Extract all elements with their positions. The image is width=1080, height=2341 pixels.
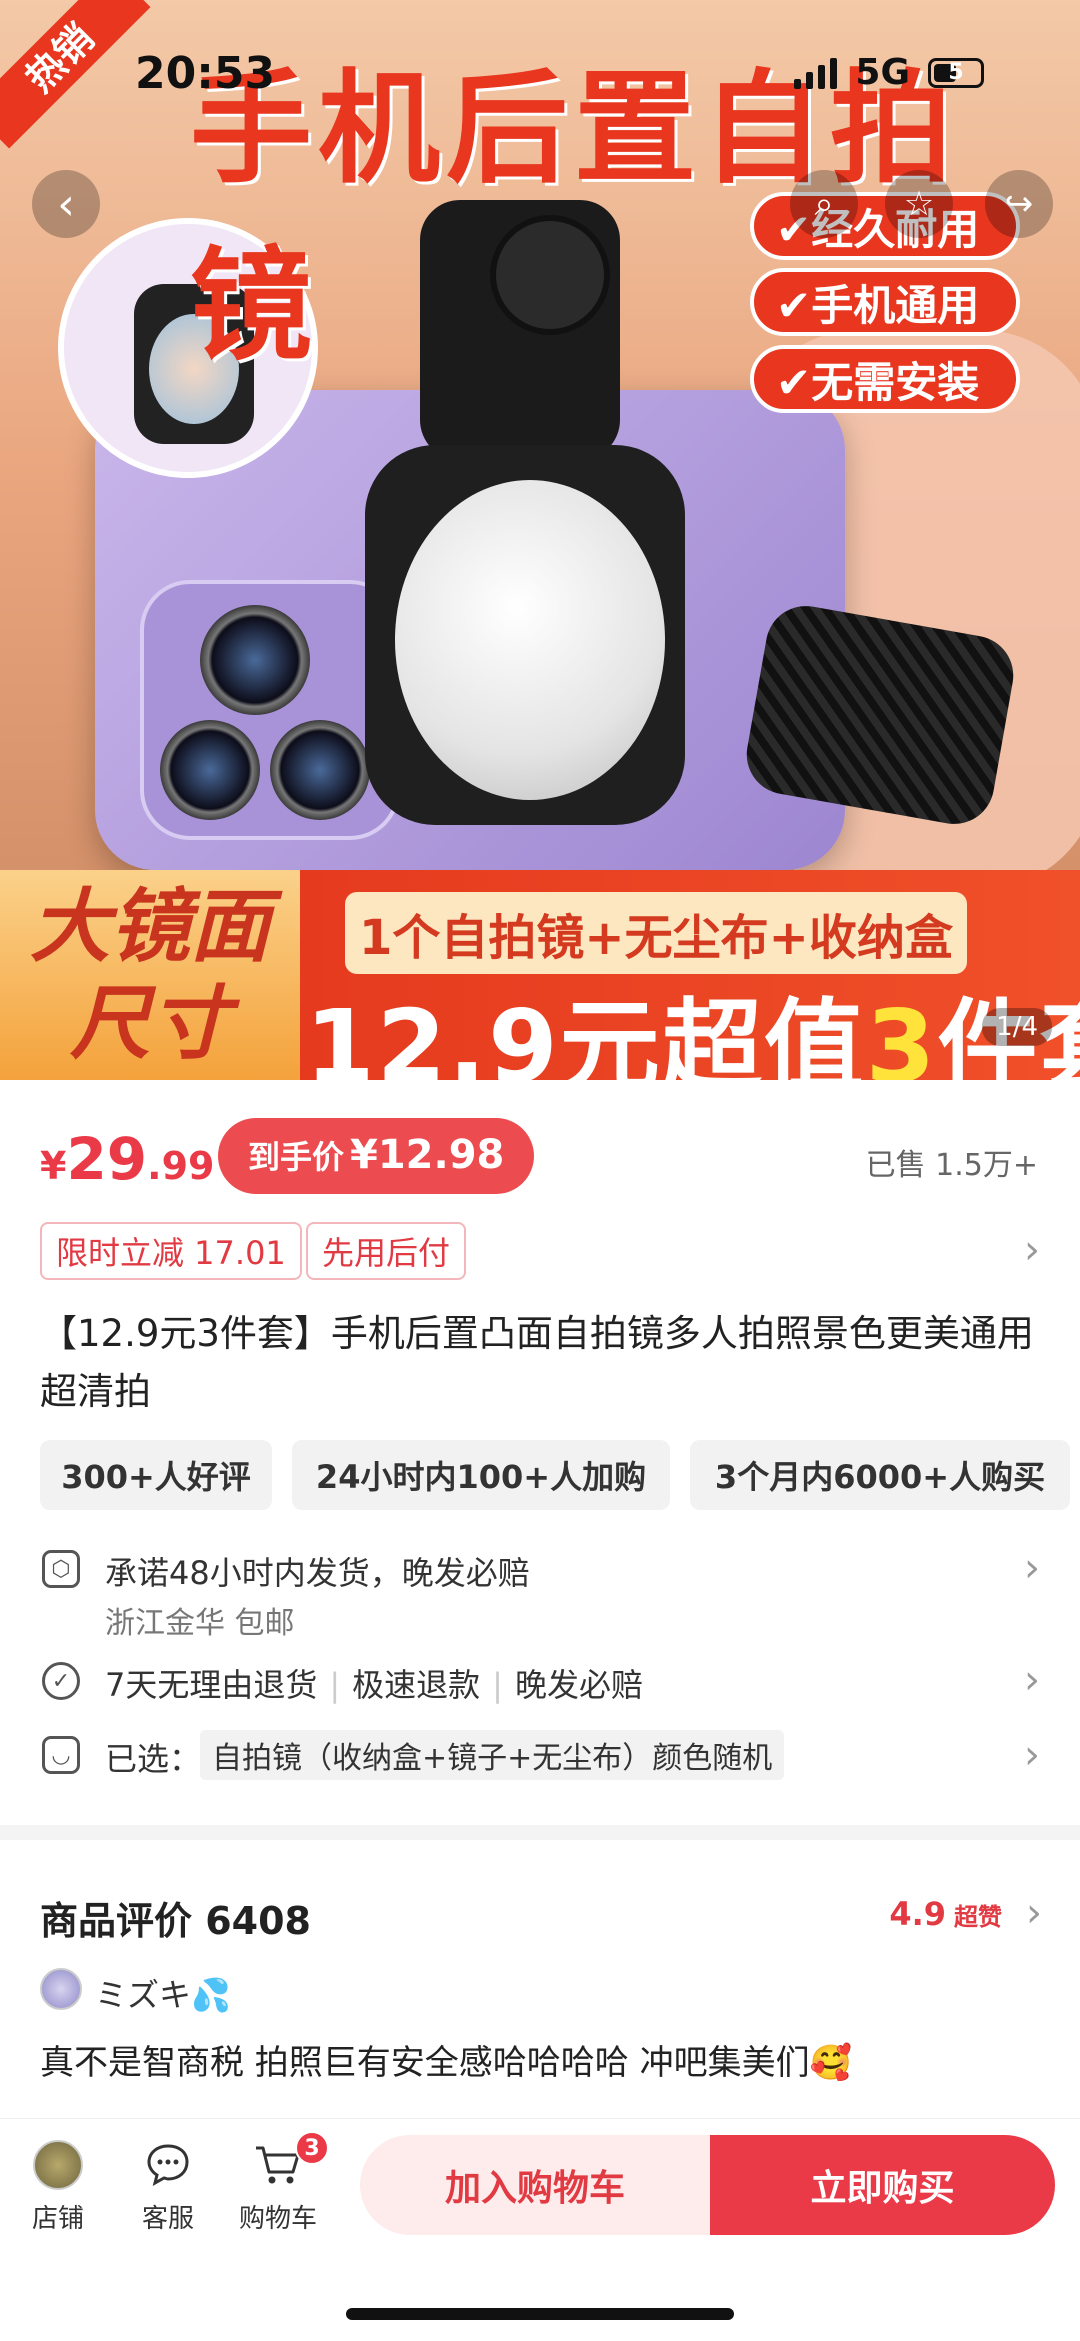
shop-label: 店铺 [31,2204,84,2234]
selected-variant[interactable]: 自拍镜（收纳盒+镜子+无尘布）颜色随机 [200,1730,785,1780]
status-right: 5G 5 [794,52,984,93]
discount-tag[interactable]: 限时立减 17.01 [40,1222,302,1280]
sold-count: 已售 1.5万+ [865,1148,1038,1183]
signal-icon [794,57,838,89]
rating-summary[interactable]: 4.9 超赞 [889,1895,1002,1933]
promo-banner-line: 大镜面 [30,880,270,973]
buy-now-button[interactable]: 立即购买 [710,2135,1055,2235]
final-price-value: ¥12.98 [350,1132,505,1178]
chevron-right-icon[interactable]: › [1024,1548,1040,1588]
package-icon: ⬡ [42,1550,80,1588]
cart-count-badge: 3 [295,2131,329,2165]
mirror-graphic [395,480,665,800]
chevron-right-icon[interactable]: › [1024,1735,1040,1775]
network-label: 5G [855,52,910,93]
pay-later-tag[interactable]: 先用后付 [306,1222,467,1280]
chat-icon [143,2140,193,2190]
promo-banner-left: 大镜面 尺寸 [0,870,300,1080]
shield-check-icon: ✓ [42,1662,80,1700]
service-tab[interactable]: 客服 [118,2140,218,2235]
shipping-origin: 浙江金华 包邮 [105,1606,295,1641]
feature-badge: ✔手机通用 [750,268,1020,336]
shop-tab[interactable]: 店铺 [8,2140,108,2235]
cart-label: 购物车 [238,2204,317,2234]
chevron-right-icon[interactable]: › [1024,1660,1040,1700]
status-time: 20:53 [135,48,276,99]
home-indicator[interactable] [346,2308,734,2320]
rating-score: 4.9 [889,1895,946,1933]
currency-symbol: ¥ [40,1144,67,1188]
stat-chip: 3个月内6000+人购买 [690,1440,1070,1510]
feature-badge: ✔无需安装 [750,345,1020,413]
add-to-cart-button[interactable]: 加入购物车 [360,2135,710,2235]
original-price: ¥ 29 .99 [40,1125,215,1193]
rating-label: 超赞 [954,1903,1002,1931]
guarantee-item: 晚发必赔 [514,1666,643,1704]
chevron-right-icon[interactable]: › [1026,1893,1042,1933]
battery-icon: 5 [928,57,984,88]
status-bar: 20:53 5G 5 [0,0,1080,140]
guarantee-item: 7天无理由退货 [105,1666,318,1704]
star-icon[interactable]: ☆ [885,170,953,238]
shop-avatar-icon [33,2140,83,2190]
guarantee-item: 极速退款 [352,1666,481,1704]
share-icon[interactable]: ↪ [985,170,1053,238]
battery-level: 5 [948,60,964,85]
back-icon[interactable]: ‹ [32,170,100,238]
final-price-label: 到手价 [248,1138,345,1176]
stat-chip: 300+人好评 [40,1440,272,1510]
product-title: 【12.9元3件套】手机后置凸面自拍镜多人拍照景色更美通用超清拍 [40,1312,1034,1413]
promo-bundle-text: 1个自拍镜+无尘布+收纳盒 [345,892,967,974]
chevron-right-icon[interactable]: › [1024,1230,1040,1270]
promo-price-a: 12.9元超值 [305,988,866,1080]
guarantee-row[interactable]: 7天无理由退货 | 极速退款 | 晚发必赔 [105,1660,643,1706]
price-decimal: .99 [147,1144,215,1188]
reviews-title: 商品评价 6408 [40,1899,311,1943]
reviewer-name: ミズキ💦 [95,1976,231,2014]
price-integer: 29 [66,1125,148,1193]
lens-graphic [160,720,260,820]
promo-price-b: 3 [865,988,938,1080]
bag-icon: ◡ [42,1736,80,1774]
selected-label: 已选： [105,1740,202,1778]
review-text: 真不是智商税 拍照巨有安全感哈哈哈哈 冲吧集美们🥰 [40,2043,852,2083]
shipping-promise[interactable]: 承诺48小时内发货，晚发必赔 [105,1548,530,1594]
lens-graphic [270,720,370,820]
search-icon[interactable]: ⌕ [790,170,858,238]
lens-graphic [200,605,310,715]
final-price-pill: 到手价 ¥12.98 [218,1118,535,1194]
promo-banner-line: 尺寸 [70,977,230,1070]
stat-chip: 24小时内100+人加购 [292,1440,670,1510]
image-counter: 1/4 [982,1008,1052,1046]
service-label: 客服 [141,2204,194,2234]
product-image-carousel[interactable]: 热销 手机后置自拍镜 ✔经久耐用 ✔手机通用 ✔无需安装 大镜面 尺寸 1个自拍… [0,0,1080,1080]
promo-price-text: 12.9元超值3件套 [305,965,1080,1080]
reviewer-avatar [40,1968,82,2010]
